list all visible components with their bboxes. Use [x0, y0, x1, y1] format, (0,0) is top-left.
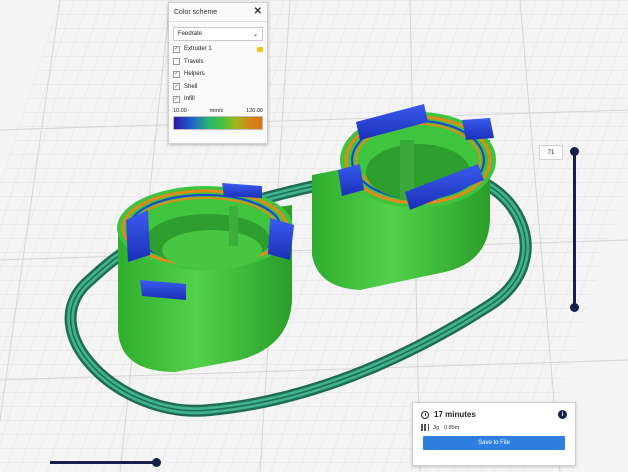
print-time: 17 minutes	[434, 410, 476, 419]
extruder-color-swatch	[257, 46, 263, 52]
clock-icon	[421, 410, 429, 419]
helpers-checkbox[interactable]: ✓	[173, 70, 180, 78]
feedrate-gradient-legend	[173, 115, 263, 130]
range-min: 10.00	[173, 107, 187, 114]
feedrate-range: 10.00 mm/s 120.00	[169, 106, 267, 114]
color-scheme-header: Color scheme ✕	[169, 3, 267, 22]
layer-number-input[interactable]: 71	[539, 145, 563, 160]
color-scheme-select[interactable]: Feedrate ⌄	[173, 27, 263, 41]
simulation-slider-track[interactable]	[50, 461, 157, 464]
simulation-slider-handle[interactable]	[152, 458, 161, 467]
helpers-row[interactable]: ✓ Helpers	[169, 68, 267, 81]
helpers-label: Helpers	[184, 71, 205, 78]
spool-icon	[421, 424, 429, 431]
chevron-down-icon: ⌄	[252, 31, 258, 38]
left-model[interactable]	[117, 183, 294, 372]
infill-row[interactable]: ✓ Infill	[169, 93, 267, 106]
shell-row[interactable]: ✓ Shell	[169, 81, 267, 94]
extruder-1-row[interactable]: ✓ Extruder 1	[169, 43, 267, 56]
shell-checkbox[interactable]: ✓	[173, 83, 180, 91]
range-unit: mm/s	[209, 107, 224, 114]
shell-label: Shell	[184, 83, 198, 90]
save-to-file-button[interactable]: Save to File	[423, 436, 565, 450]
travels-row[interactable]: Travels	[169, 56, 267, 69]
layer-slider-bottom-handle[interactable]	[570, 303, 579, 312]
color-scheme-title: Color scheme	[174, 8, 218, 16]
info-icon[interactable]: i	[558, 410, 567, 419]
extruder-1-label: Extruder 1	[184, 46, 212, 53]
infill-label: Infill	[184, 96, 195, 103]
print-info-card: 17 minutes i 3g · 0.89m Save to File	[412, 402, 576, 466]
material-usage: 3g · 0.89m	[433, 424, 460, 431]
color-scheme-selected: Feedrate	[178, 31, 203, 37]
infill-checkbox[interactable]: ✓	[173, 95, 180, 103]
close-icon[interactable]: ✕	[254, 7, 262, 17]
extruder-1-checkbox[interactable]: ✓	[173, 45, 180, 53]
range-max: 120.00	[246, 107, 263, 114]
color-scheme-panel: Color scheme ✕ Feedrate ⌄ ✓ Extruder 1 T…	[168, 2, 268, 144]
layer-slider-top-handle[interactable]	[570, 147, 579, 156]
layer-slider-track[interactable]	[573, 151, 576, 307]
travels-checkbox[interactable]	[173, 58, 180, 66]
travels-label: Travels	[184, 58, 204, 65]
